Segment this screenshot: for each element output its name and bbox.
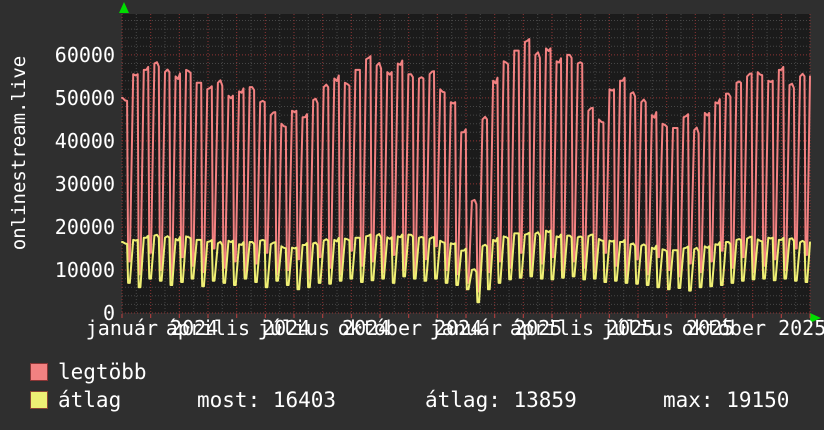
x-tick-label: október 2025 [681, 316, 824, 340]
legend-label-atlag: átlag [58, 388, 122, 412]
y-tick-label: 20000 [54, 214, 115, 239]
stat-atlag: átlag: 13859 [425, 388, 577, 412]
stat-most: most: 16403 [197, 388, 337, 412]
legend-swatch-atlag [30, 391, 48, 409]
monitoring-graph: onlinestream.live 0 10000 20000 30000 40000 5… [0, 0, 824, 430]
y-tick-label: 60000 [54, 42, 115, 67]
stat-max: max: 19150 [663, 388, 790, 412]
y-tick-label: 10000 [54, 257, 115, 282]
legend-label-legtobb: legtöbb [58, 360, 147, 384]
chart-plot-area [121, 14, 811, 318]
y-tick-label: 50000 [54, 85, 115, 110]
legend-swatch-legtobb [30, 363, 48, 381]
y-axis-arrow-icon [119, 2, 129, 13]
y-tick-label: 40000 [54, 128, 115, 153]
chart-canvas [121, 14, 811, 318]
y-axis-title: onlinestream.live [8, 55, 30, 251]
y-tick-label: 30000 [54, 171, 115, 196]
